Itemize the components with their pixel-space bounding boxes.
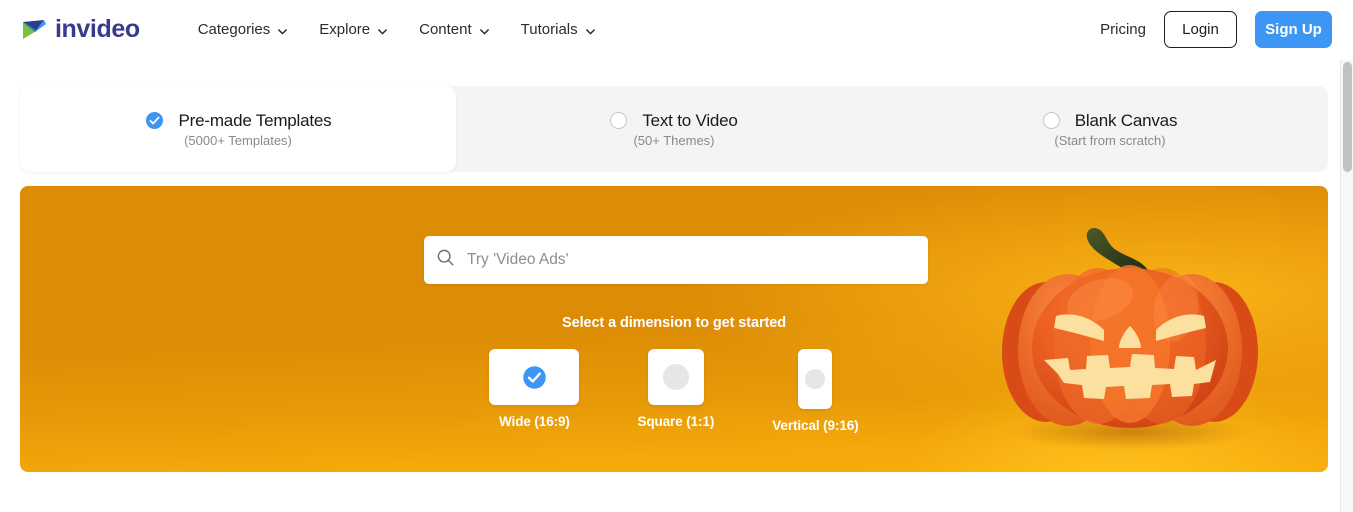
header-actions: Pricing Login Sign Up — [1100, 0, 1332, 58]
radio-empty-icon — [1042, 112, 1060, 129]
nav-label: Content — [419, 20, 472, 38]
pricing-link[interactable]: Pricing — [1100, 21, 1146, 38]
check-circle-icon — [145, 111, 164, 130]
scrollbar-thumb[interactable] — [1343, 62, 1352, 172]
search-bar[interactable] — [424, 236, 928, 284]
dimension-option-vertical[interactable]: Vertical (9:16) — [772, 349, 859, 433]
dimension-label: Wide (16:9) — [499, 414, 570, 429]
dimension-option-square[interactable]: Square (1:1) — [637, 349, 714, 429]
nav-item-explore[interactable]: Explore — [319, 20, 388, 38]
dimension-box-square[interactable] — [647, 349, 704, 405]
dimension-label: Vertical (9:16) — [772, 418, 859, 433]
circle-dot-icon — [805, 369, 826, 389]
mode-title: Blank Canvas — [1074, 110, 1178, 130]
dimension-label: Square (1:1) — [637, 414, 715, 429]
search-input[interactable] — [467, 251, 916, 269]
mode-option-pre-made-templates[interactable]: Pre-made Templates (5000+ Templates) — [20, 86, 456, 172]
mode-header: Blank Canvas — [1042, 110, 1178, 131]
mode-title: Text to Video — [642, 110, 738, 130]
dimension-box-wide[interactable] — [489, 349, 580, 405]
nav-item-tutorials[interactable]: Tutorials — [521, 21, 595, 38]
mode-header: Text to Video — [610, 110, 738, 131]
logo[interactable]: invideo — [20, 15, 140, 44]
hero-banner: Select a dimension to get started Wide (… — [20, 186, 1328, 472]
check-circle-icon — [522, 365, 547, 390]
nav-item-content[interactable]: Content — [419, 21, 489, 38]
chevron-down-icon — [479, 24, 489, 35]
main-nav: Categories Explore Content Tutorials — [198, 21, 595, 38]
page-scrollbar[interactable] — [1340, 60, 1353, 512]
mode-title: Pre-made Templates — [178, 110, 332, 130]
nav-label: Categories — [197, 20, 271, 38]
site-header: invideo Categories Explore Content Tutor… — [0, 0, 1340, 58]
dimension-option-wide[interactable]: Wide (16:9) — [489, 349, 580, 429]
chevron-down-icon — [377, 24, 388, 35]
radio-empty-icon — [610, 112, 628, 129]
mode-option-blank-canvas[interactable]: Blank Canvas (Start from scratch) — [892, 86, 1328, 172]
mode-selector: Pre-made Templates (5000+ Templates) Tex… — [20, 86, 1328, 172]
search-icon — [436, 248, 455, 272]
signup-button[interactable]: Sign Up — [1255, 10, 1332, 48]
page-root: invideo Categories Explore Content Tutor… — [0, 0, 1353, 512]
mode-subtitle: (Start from scratch) — [1054, 132, 1166, 148]
login-button[interactable]: Login — [1164, 10, 1237, 48]
dimension-prompt: Select a dimension to get started — [562, 315, 786, 331]
chevron-down-icon — [277, 24, 288, 35]
mode-subtitle: (50+ Themes) — [633, 132, 715, 148]
dimension-selector: Wide (16:9) Square (1:1) Vertical (9:16) — [20, 349, 1328, 433]
mode-header: Pre-made Templates — [145, 111, 332, 131]
dimension-box-vertical[interactable] — [798, 349, 833, 409]
nav-label: Explore — [319, 20, 371, 38]
circle-dot-icon — [662, 364, 689, 390]
mode-subtitle: (5000+ Templates) — [184, 132, 292, 148]
nav-item-categories[interactable]: Categories — [198, 21, 288, 38]
logo-text: invideo — [55, 14, 140, 43]
play-triangle-icon — [20, 15, 48, 43]
nav-label: Tutorials — [520, 20, 578, 38]
chevron-down-icon — [585, 24, 595, 35]
mode-option-text-to-video[interactable]: Text to Video (50+ Themes) — [456, 86, 892, 172]
